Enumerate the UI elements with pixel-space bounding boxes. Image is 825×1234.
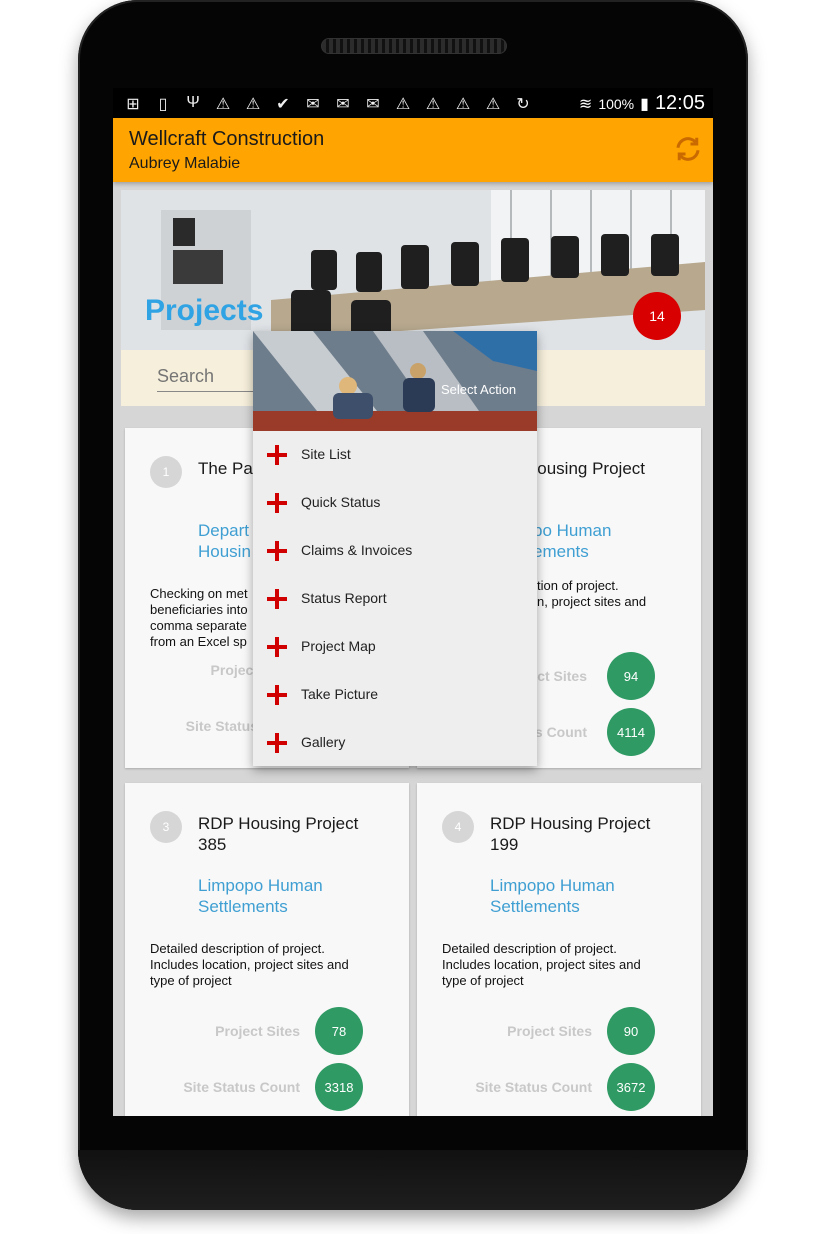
menu-item-take-picture[interactable]: Take Picture <box>253 671 537 719</box>
usb-icon: Ψ <box>186 94 200 111</box>
plus-icon <box>267 541 287 561</box>
project-title: RDP Housing Project 199 <box>490 814 651 854</box>
plus-icon <box>267 733 287 753</box>
menu-item-label: Quick Status <box>301 494 381 510</box>
select-action-popup: Select Action Site List Quick Status Cla… <box>253 331 537 766</box>
warning-icon: ⚠ <box>245 96 261 113</box>
menu-item-label: Site List <box>301 446 351 462</box>
project-organisation: po Human ements <box>533 521 612 561</box>
project-number: 1 <box>150 456 182 488</box>
battery-icon: ▮ <box>640 95 649 113</box>
project-sites-label: Project Sites <box>215 1023 300 1039</box>
add-icon: ⊞ <box>126 96 140 113</box>
menu-item-site-list[interactable]: Site List <box>253 431 537 479</box>
popup-header-image: Select Action <box>253 331 537 431</box>
menu-item-quick-status[interactable]: Quick Status <box>253 479 537 527</box>
project-sites-count: 90 <box>607 1007 655 1055</box>
menu-item-label: Claims & Invoices <box>301 542 413 558</box>
menu-item-project-map[interactable]: Project Map <box>253 623 537 671</box>
menu-item-label: Gallery <box>301 734 346 750</box>
battery-level: 100% <box>598 95 635 112</box>
mail-icon: ✉ <box>306 96 320 113</box>
check-icon: ✔ <box>276 96 290 113</box>
site-status-count: 3672 <box>607 1063 655 1111</box>
project-sites-count: 78 <box>315 1007 363 1055</box>
system-status: ≋ 100% ▮ 12:05 <box>579 92 705 115</box>
project-sites-count: 94 <box>607 652 655 700</box>
project-description: Detailed description of project. Include… <box>150 941 349 988</box>
app-bar: Wellcraft Construction Aubrey Malabie <box>113 118 713 182</box>
refresh-icon[interactable] <box>673 134 703 164</box>
menu-item-status-report[interactable]: Status Report <box>253 575 537 623</box>
site-status-count-label: Site Status Count <box>475 1079 592 1095</box>
site-status-count-label: Site Status Count <box>183 1079 300 1095</box>
app-title: Wellcraft Construction <box>129 128 325 150</box>
plus-icon <box>267 445 287 465</box>
plus-icon <box>267 637 287 657</box>
device-chin <box>78 1150 748 1210</box>
project-description: Detailed description of project. Include… <box>442 941 641 988</box>
page-title: Projects <box>145 294 264 327</box>
notification-icons: ⊞ ▯ Ψ ⚠ ⚠ ✔ ✉ ✉ ✉ ⚠ ⚠ ⚠ ⚠ ↻ <box>121 94 535 114</box>
plus-icon <box>267 685 287 705</box>
project-organisation: Limpopo Human Settlements <box>490 876 615 916</box>
site-status-count: 4114 <box>607 708 655 756</box>
menu-item-claims-invoices[interactable]: Claims & Invoices <box>253 527 537 575</box>
popup-title: Select Action <box>441 382 517 397</box>
project-card[interactable]: 4 RDP Housing Project 199 Limpopo Human … <box>417 783 701 1116</box>
warning-icon: ⚠ <box>455 96 471 113</box>
speaker-grille <box>321 38 507 54</box>
project-number: 4 <box>442 811 474 843</box>
menu-item-label: Status Report <box>301 590 387 606</box>
project-title: RDP Housing Project 385 <box>198 814 359 854</box>
warning-icon: ⚠ <box>425 96 441 113</box>
mail-icon: ✉ <box>336 96 350 113</box>
sim-1-icon: ▯ <box>158 96 168 113</box>
project-sites-label: Project Sites <box>507 1023 592 1039</box>
project-sites-label: Project <box>210 662 258 678</box>
warning-icon: ⚠ <box>485 96 501 113</box>
project-organisation: Limpopo Human Settlements <box>198 876 323 916</box>
plus-icon <box>267 493 287 513</box>
project-count-badge: 14 <box>633 292 681 340</box>
construction-worker-image <box>253 331 537 431</box>
plus-icon <box>267 589 287 609</box>
project-title: Housing Project <box>525 459 646 478</box>
mail-icon: ✉ <box>366 96 380 113</box>
project-number: 3 <box>150 811 182 843</box>
warning-icon: ⚠ <box>215 96 231 113</box>
wifi-icon: ≋ <box>578 95 593 113</box>
project-card[interactable]: 3 RDP Housing Project 385 Limpopo Human … <box>125 783 409 1116</box>
project-description: tion of project. n, project sites and <box>537 578 647 609</box>
menu-item-gallery[interactable]: Gallery <box>253 719 537 767</box>
user-name: Aubrey Malabie <box>129 155 241 172</box>
menu-item-label: Project Map <box>301 638 376 654</box>
warning-icon: ⚠ <box>395 96 411 113</box>
site-status-count: 3318 <box>315 1063 363 1111</box>
menu-item-label: Take Picture <box>301 686 379 702</box>
screen: ⊞ ▯ Ψ ⚠ ⚠ ✔ ✉ ✉ ✉ ⚠ ⚠ ⚠ ⚠ ↻ ≋ 100% ▮ 12:… <box>113 88 713 1116</box>
site-status-count-label: Site Status <box>185 718 258 734</box>
clock: 12:05 <box>654 92 705 114</box>
status-bar: ⊞ ▯ Ψ ⚠ ⚠ ✔ ✉ ✉ ✉ ⚠ ⚠ ⚠ ⚠ ↻ ≋ 100% ▮ 12:… <box>113 88 713 118</box>
sync-icon: ↻ <box>516 96 530 113</box>
hero-banner: Projects 14 <box>121 190 705 350</box>
